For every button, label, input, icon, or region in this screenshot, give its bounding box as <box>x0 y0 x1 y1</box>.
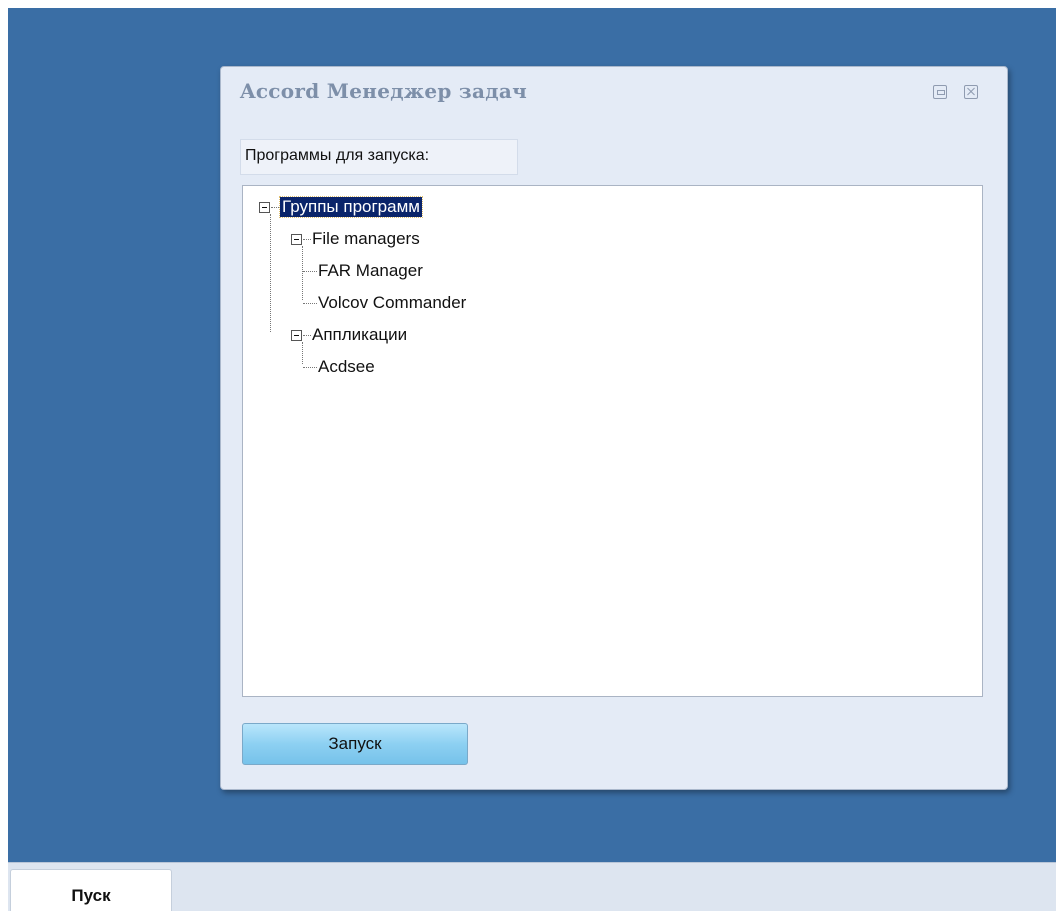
program-tree[interactable]: Группы программ File managers FAR Manage… <box>242 185 983 697</box>
tree-node-label: Acdsee <box>318 357 375 376</box>
tree-node-group[interactable]: Аппликации <box>291 323 407 347</box>
tree-node-label: Группы программ <box>279 196 423 218</box>
tree-node-item[interactable]: Acdsee <box>303 355 375 379</box>
collapse-icon[interactable] <box>291 329 302 341</box>
tree-node-label: Volcov Commander <box>318 293 467 312</box>
task-manager-window: Accord Менеджер задач Программы для запу… <box>220 66 1008 790</box>
taskbar: Пуск <box>8 862 1056 911</box>
launch-button[interactable]: Запуск <box>242 723 468 765</box>
tree-connector <box>270 214 271 332</box>
collapse-icon[interactable] <box>291 233 302 245</box>
restore-icon[interactable] <box>933 85 947 99</box>
tree-connector <box>303 302 317 304</box>
tree-node-item[interactable]: Volcov Commander <box>303 291 466 315</box>
tree-node-group[interactable]: File managers <box>291 227 420 251</box>
tree-node-root[interactable]: Группы программ <box>259 195 423 219</box>
tree-node-item[interactable]: FAR Manager <box>303 259 423 283</box>
programs-label: Программы для запуска: <box>240 139 518 175</box>
tree-node-label: FAR Manager <box>318 261 423 280</box>
tree-node-label: Аппликации <box>312 325 408 344</box>
collapse-icon[interactable] <box>259 201 270 213</box>
tree-connector <box>303 270 317 272</box>
start-button[interactable]: Пуск <box>10 869 172 911</box>
window-title: Accord Менеджер задач <box>240 79 528 103</box>
tree-node-label: File managers <box>312 229 420 248</box>
tree-connector <box>303 238 311 240</box>
tree-connector <box>303 334 311 336</box>
tree-connector <box>271 206 279 208</box>
close-icon[interactable] <box>964 85 978 99</box>
tree-connector <box>303 366 317 368</box>
desktop: Accord Менеджер задач Программы для запу… <box>8 8 1056 862</box>
